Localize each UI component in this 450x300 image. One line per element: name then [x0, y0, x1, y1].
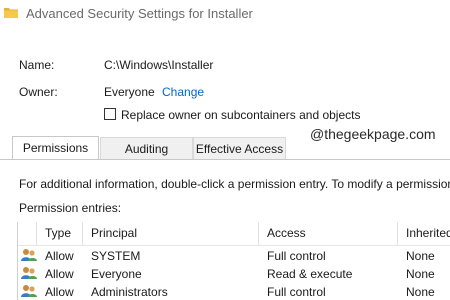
- column-principal[interactable]: Principal: [91, 226, 137, 240]
- table-header: Type Principal Access Inherited: [18, 222, 450, 246]
- replace-owner-label[interactable]: Replace owner on subcontainers and objec…: [121, 108, 360, 122]
- tab-permissions[interactable]: Permissions: [12, 136, 99, 160]
- column-type[interactable]: Type: [45, 226, 71, 240]
- users-icon: [21, 285, 37, 297]
- row-inherited: None: [406, 249, 435, 263]
- header-divider: [18, 245, 450, 246]
- row-access: Full control: [267, 285, 326, 299]
- owner-value: Everyone: [104, 85, 155, 99]
- window-title: Advanced Security Settings for Installer: [26, 6, 253, 21]
- users-icon: [21, 267, 37, 279]
- row-inherited: None: [406, 267, 435, 281]
- owner-label: Owner:: [19, 85, 58, 99]
- title-bar: Advanced Security Settings for Installer: [0, 0, 450, 30]
- watermark-text: @thegeekpage.com: [310, 126, 436, 142]
- column-inherited[interactable]: Inherited: [406, 226, 450, 240]
- name-value: C:\Windows\Installer: [104, 58, 214, 72]
- column-separator[interactable]: [397, 222, 398, 246]
- table-row[interactable]: Allow Administrators Full control None: [18, 283, 450, 300]
- name-label: Name:: [19, 58, 55, 72]
- row-access: Full control: [267, 249, 326, 263]
- column-separator[interactable]: [36, 222, 37, 246]
- column-separator[interactable]: [82, 222, 83, 246]
- change-owner-link[interactable]: Change: [162, 85, 204, 99]
- row-type: Allow: [45, 267, 74, 281]
- users-icon: [21, 249, 37, 261]
- row-principal: Everyone: [91, 267, 142, 281]
- tab-effective-access[interactable]: Effective Access: [193, 137, 286, 159]
- row-principal: SYSTEM: [91, 249, 141, 263]
- tab-divider: [0, 159, 450, 160]
- table-row[interactable]: Allow Everyone Read & execute None: [18, 265, 450, 283]
- table-row[interactable]: Allow SYSTEM Full control None: [18, 247, 450, 265]
- replace-owner-checkbox[interactable]: [104, 108, 116, 120]
- column-access[interactable]: Access: [267, 226, 306, 240]
- row-inherited: None: [406, 285, 435, 299]
- row-access: Read & execute: [267, 267, 353, 281]
- column-separator[interactable]: [258, 222, 259, 246]
- entries-label: Permission entries:: [19, 201, 122, 215]
- row-type: Allow: [45, 249, 74, 263]
- folder-icon: [4, 8, 18, 18]
- info-text: For additional information, double-click…: [19, 177, 450, 191]
- row-principal: Administrators: [91, 285, 168, 299]
- tab-auditing[interactable]: Auditing: [100, 137, 193, 159]
- row-type: Allow: [45, 285, 74, 299]
